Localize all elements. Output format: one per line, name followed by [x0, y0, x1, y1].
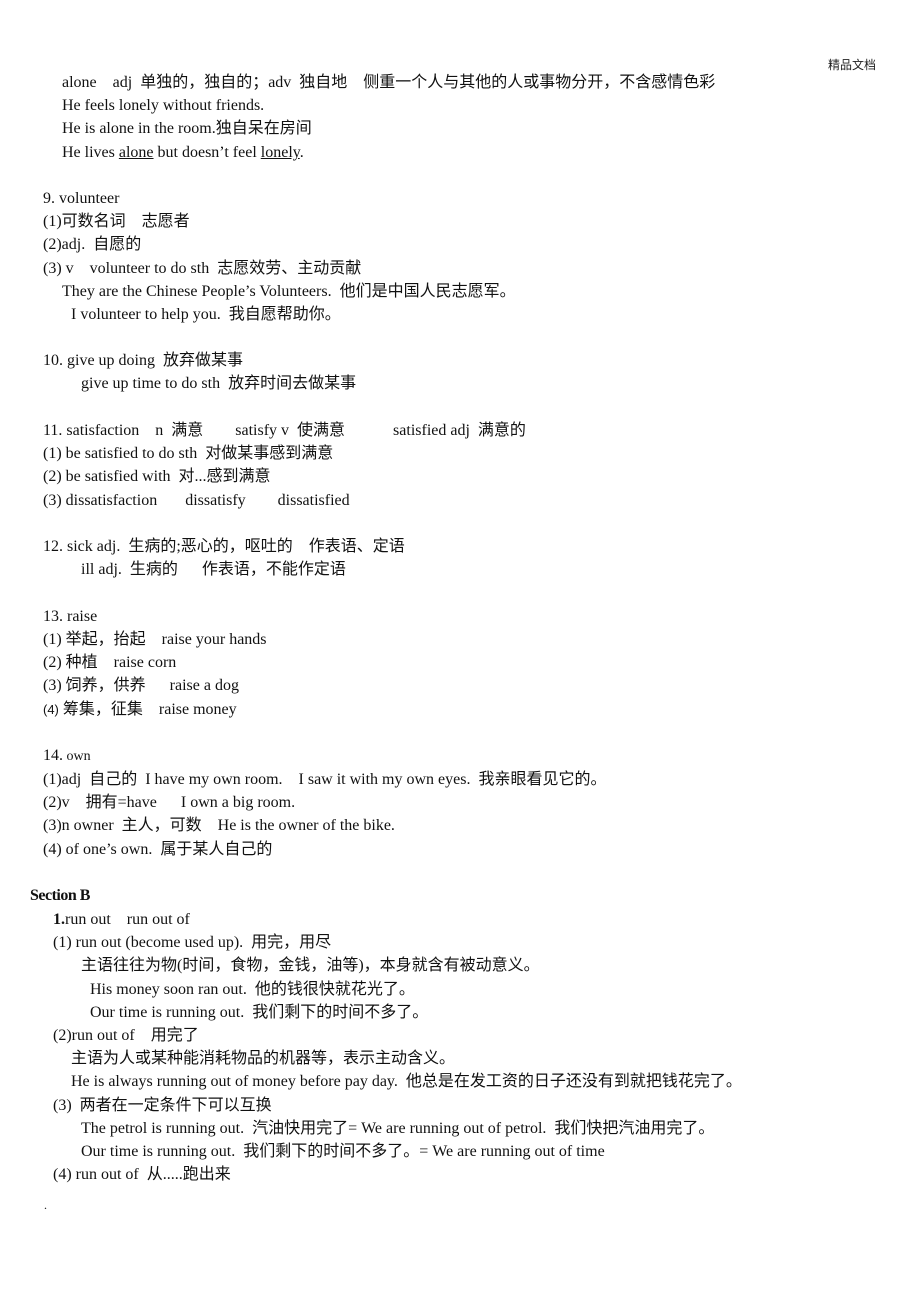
text: He lives [62, 144, 119, 161]
alone-example-2: He is alone in the room.独自呆在房间 [62, 120, 312, 137]
text: but doesn’t feel [153, 144, 261, 161]
item-9-title: 9. volunteer [43, 190, 120, 207]
item-13-line-4-number: (4) [43, 702, 59, 717]
item-13-line-3: (3) 饲养，供养 raise a dog [43, 677, 239, 694]
section-b-point-1-example-1: His money soon ran out. 他的钱很快就花光了。 [90, 981, 415, 998]
item-10-title: 10. give up doing 放弃做某事 [43, 352, 243, 369]
item-13-line-2: (2) 种植 raise corn [43, 654, 177, 671]
section-b-point-4: (4) run out of 从.....跑出来 [53, 1166, 231, 1183]
item-12-title: 12. sick adj. 生病的;恶心的，呕吐的 作表语、定语 [43, 538, 405, 555]
underlined-lonely: lonely [260, 144, 300, 161]
item-9-example-2: I volunteer to help you. 我自愿帮助你。 [71, 306, 341, 323]
item-14-word: own [63, 749, 91, 764]
section-b-item-1-text: run out run out of [65, 911, 190, 928]
section-b-heading: Section B [30, 887, 90, 904]
item-14-number: 14. [43, 747, 63, 764]
item-14-line-2: (2)v 拥有=have I own a big room. [43, 794, 296, 811]
item-11-line-3: (3) dissatisfaction dissatisfy dissatisf… [43, 492, 350, 509]
section-b-item-1-title: 1.run out run out of [53, 910, 190, 930]
alone-example-3: He lives alone but doesn’t feel lonely. [62, 143, 304, 163]
section-b-point-2-example-1: He is always running out of money before… [71, 1073, 742, 1090]
item-13-line-1: (1) 举起，抬起 raise your hands [43, 631, 267, 648]
item-14-title: 14. own [43, 746, 91, 767]
item-11-line-2: (2) be satisfied with 对...感到满意 [43, 468, 271, 485]
item-9-line-1: (1)可数名词 志愿者 [43, 213, 190, 230]
item-9-line-2: (2)adj. 自愿的 [43, 236, 142, 253]
item-9-example-1: They are the Chinese People’s Volunteers… [62, 283, 516, 300]
item-13-title: 13. raise [43, 608, 98, 625]
section-b-point-1-note: 主语往往为物(时间，食物，金钱，油等)，本身就含有被动意义。 [81, 957, 540, 974]
item-10-line-1: give up time to do sth 放弃时间去做某事 [81, 375, 357, 392]
item-9-line-3: (3) v volunteer to do sth 志愿效劳、主动贡献 [43, 260, 362, 277]
section-b-point-3-example-2: Our time is running out. 我们剩下的时间不多了。= We… [81, 1143, 605, 1160]
item-14-line-4: (4) of one’s own. 属于某人自己的 [43, 841, 273, 858]
item-13-line-4: (4) 筹集，征集 raise money [43, 700, 237, 720]
section-b-point-1-example-2: Our time is running out. 我们剩下的时间不多了。 [90, 1004, 429, 1021]
watermark-label: 精品文档 [828, 58, 877, 72]
section-b-point-2: (2)run out of 用完了 [53, 1027, 199, 1044]
item-11-line-1: (1) be satisfied to do sth 对做某事感到满意 [43, 445, 334, 462]
section-b-point-1: (1) run out (become used up). 用完，用尽 [53, 934, 332, 951]
section-b-point-3: (3) 两者在一定条件下可以互换 [53, 1097, 272, 1114]
text: . [299, 144, 304, 161]
item-14-line-1: (1)adj 自己的 I have my own room. I saw it … [43, 771, 607, 788]
item-14-line-3: (3)n owner 主人，可数 He is the owner of the … [43, 817, 395, 834]
item-13-line-4-text: 筹集，征集 raise money [58, 701, 237, 718]
alone-definition: alone adj 单独的，独自的；adv 独自地 侧重一个人与其他的人或事物分… [62, 74, 716, 91]
item-12-line-1: ill adj. 生病的 作表语，不能作定语 [81, 561, 346, 578]
underlined-alone: alone [118, 144, 154, 161]
footer-dot: . [44, 1198, 47, 1212]
section-b-item-1-number: 1. [53, 911, 65, 928]
section-b-point-3-example-1: The petrol is running out. 汽油快用完了= We ar… [81, 1120, 715, 1137]
item-11-title: 11. satisfaction n 满意 satisfy v 使满意 sati… [43, 422, 526, 439]
section-b-point-2-note: 主语为人或某种能消耗物品的机器等，表示主动含义。 [71, 1050, 456, 1067]
alone-example-1: He feels lonely without friends. [62, 97, 265, 114]
